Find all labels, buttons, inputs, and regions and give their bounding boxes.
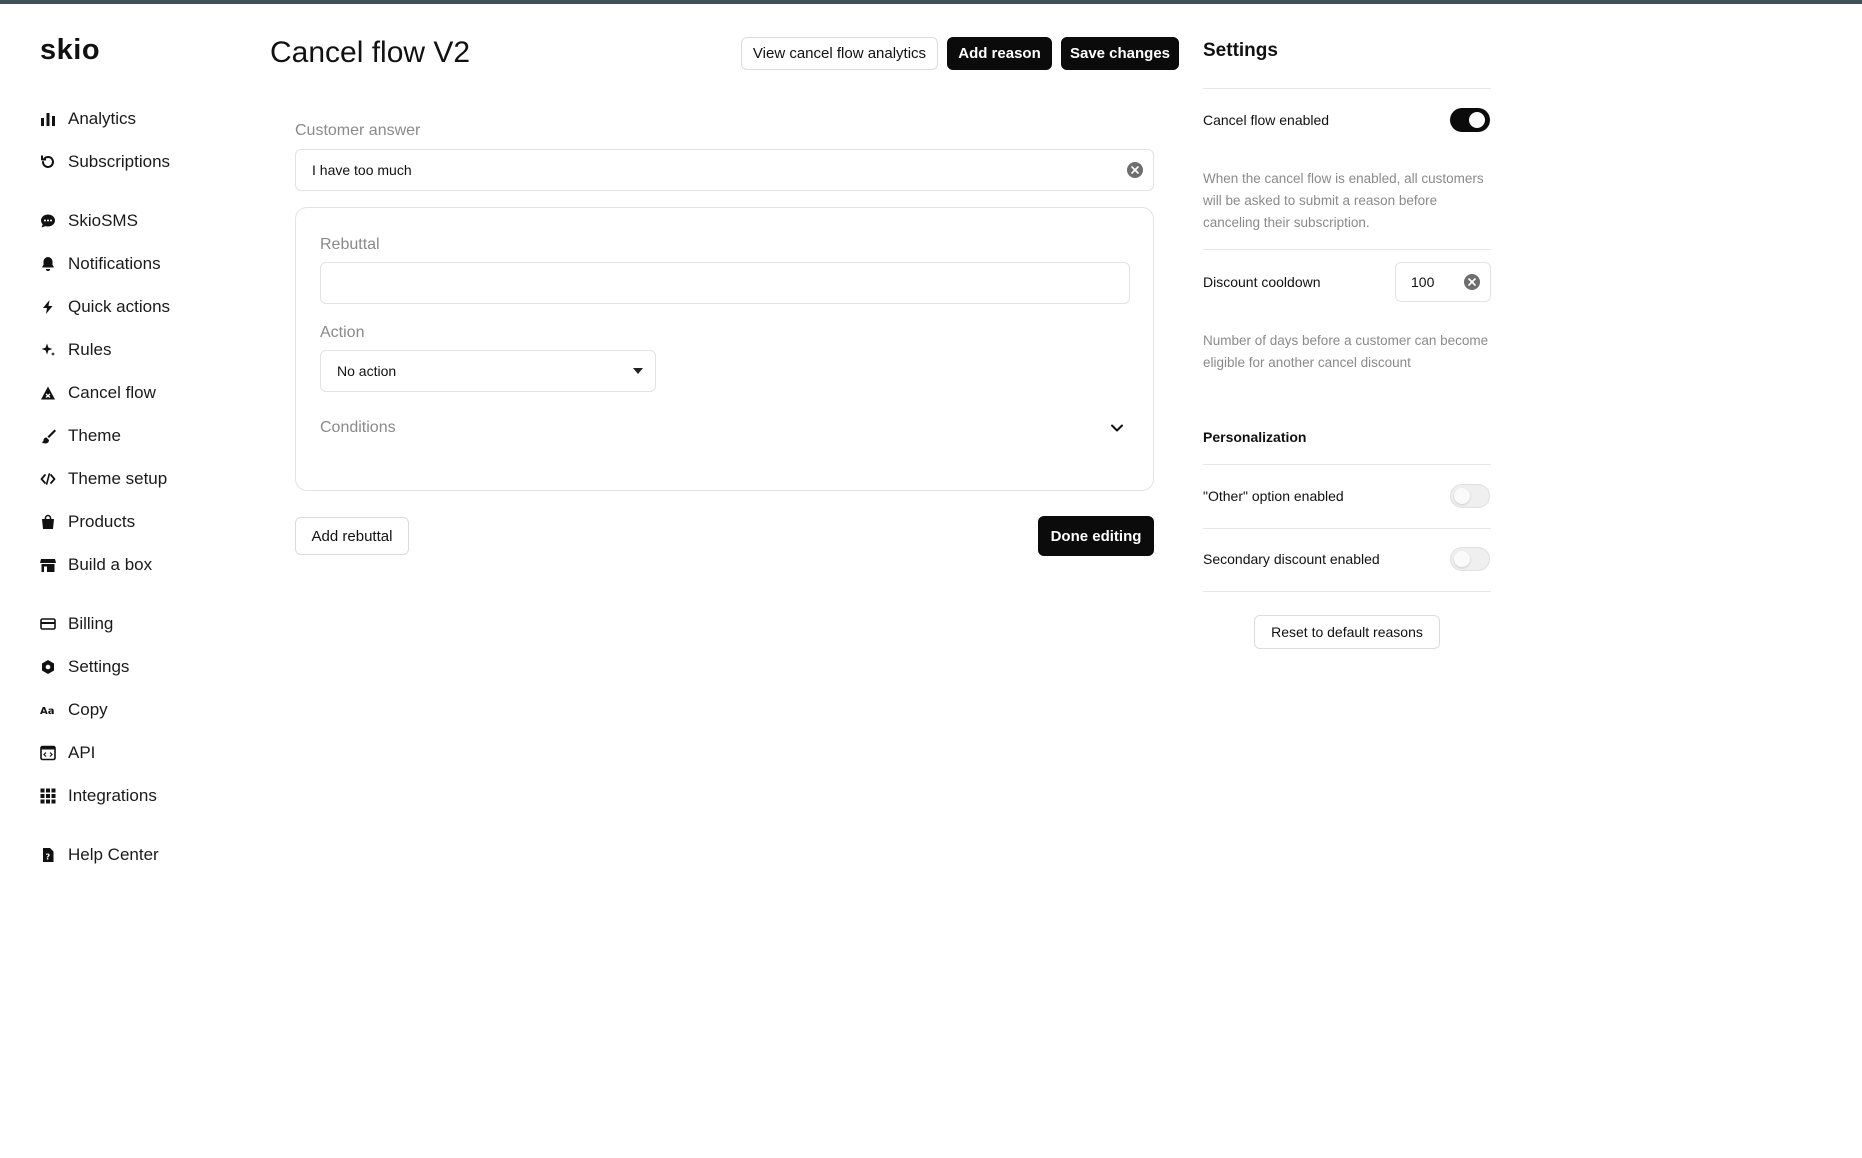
sidebar-item-label: Products [68, 512, 136, 531]
grid-icon [40, 788, 56, 804]
help-document-icon: ? [40, 847, 56, 863]
sidebar-item-copy[interactable]: Aa Copy [40, 696, 108, 724]
toggle-knob [1454, 551, 1470, 567]
sidebar-item-integrations[interactable]: Integrations [40, 782, 157, 810]
text-aa-icon: Aa [40, 702, 56, 718]
app-logo[interactable]: skio [40, 34, 100, 67]
rebuttal-input[interactable] [320, 262, 1130, 304]
warning-triangle-icon [40, 385, 56, 401]
divider [1203, 249, 1491, 250]
sidebar-item-label: Notifications [68, 254, 161, 273]
top-accent-bar [0, 0, 1862, 4]
discount-cooldown-input[interactable]: 100 [1395, 262, 1491, 302]
sidebar-item-rules[interactable]: Rules [40, 336, 111, 364]
discount-cooldown-description: Number of days before a customer can bec… [1203, 333, 1489, 370]
sidebar-item-subscriptions[interactable]: Subscriptions [40, 148, 170, 176]
add-rebuttal-button[interactable]: Add rebuttal [295, 517, 409, 555]
chevron-down-icon[interactable] [1109, 420, 1125, 436]
sidebar-item-label: Settings [68, 657, 130, 676]
divider [1203, 528, 1491, 529]
sidebar-item-theme[interactable]: Theme [40, 422, 121, 450]
sidebar-item-label: Quick actions [68, 297, 171, 316]
cancel-flow-description: When the cancel flow is enabled, all cus… [1203, 171, 1484, 230]
rebuttal-label: Rebuttal [320, 236, 380, 253]
sidebar-item-quick-actions[interactable]: Quick actions [40, 293, 170, 321]
sidebar-item-label: Billing [68, 614, 114, 633]
credit-card-icon [40, 616, 56, 632]
rebuttal-card: Rebuttal Action No action Conditions [295, 207, 1154, 491]
bar-chart-icon [40, 111, 56, 127]
sidebar-item-billing[interactable]: Billing [40, 610, 113, 638]
refresh-icon [40, 154, 56, 170]
caret-down-icon [633, 368, 643, 374]
cancel-flow-enabled-label: Cancel flow enabled [1203, 112, 1330, 128]
settings-title: Settings [1203, 40, 1278, 61]
sidebar-item-analytics[interactable]: Analytics [40, 105, 136, 133]
page-title: Cancel flow V2 [270, 36, 471, 69]
shopping-bag-icon [40, 514, 56, 530]
conditions-label: Conditions [320, 419, 396, 436]
sidebar-item-api[interactable]: API [40, 739, 95, 767]
chat-bubble-icon [40, 213, 56, 229]
bell-icon [40, 256, 56, 272]
toggle-knob [1454, 488, 1470, 504]
save-changes-button[interactable]: Save changes [1061, 37, 1179, 70]
sidebar-item-help-center[interactable]: ? Help Center [40, 841, 159, 869]
sidebar-item-label: Theme setup [68, 469, 168, 488]
divider [1203, 464, 1491, 465]
customer-answer-input[interactable]: I have too much [295, 149, 1154, 191]
sidebar-item-label: Copy [68, 700, 108, 719]
sidebar-item-label: Analytics [68, 109, 137, 128]
svg-text:Aa: Aa [40, 706, 55, 717]
view-cancel-flow-analytics-button[interactable]: View cancel flow analytics [741, 37, 938, 70]
gear-icon [40, 659, 56, 675]
clear-icon[interactable] [1464, 274, 1480, 290]
sidebar-item-label: API [68, 743, 96, 762]
sidebar-item-label: Build a box [68, 555, 153, 574]
sidebar-item-label: Rules [68, 340, 112, 359]
discount-cooldown-value: 100 [1411, 274, 1435, 290]
action-label: Action [320, 324, 365, 341]
sidebar-item-build-a-box[interactable]: Build a box [40, 551, 152, 579]
toggle-knob [1469, 112, 1485, 128]
sidebar-item-settings[interactable]: Settings [40, 653, 129, 681]
sidebar-item-label: Theme [68, 426, 121, 445]
store-icon [40, 557, 56, 573]
sidebar-item-products[interactable]: Products [40, 508, 135, 536]
reset-default-reasons-button[interactable]: Reset to default reasons [1254, 615, 1440, 649]
cancel-flow-enabled-toggle[interactable] [1450, 108, 1490, 132]
personalization-heading: Personalization [1203, 429, 1307, 445]
clear-icon[interactable] [1127, 162, 1143, 178]
add-reason-button[interactable]: Add reason [947, 37, 1052, 70]
sidebar-item-label: Subscriptions [68, 152, 171, 171]
sidebar-item-label: Integrations [68, 786, 157, 805]
other-option-toggle[interactable] [1450, 484, 1490, 508]
secondary-discount-toggle[interactable] [1450, 547, 1490, 571]
customer-answer-value: I have too much [312, 162, 412, 178]
discount-cooldown-label: Discount cooldown [1203, 274, 1321, 290]
divider [1203, 88, 1491, 89]
sidebar-item-skiosms[interactable]: SkioSMS [40, 207, 138, 235]
sidebar-item-cancel-flow[interactable]: Cancel flow [40, 379, 156, 407]
secondary-discount-label: Secondary discount enabled [1203, 551, 1380, 567]
sidebar-item-label: Help Center [68, 845, 159, 864]
sparkle-icon [40, 342, 56, 358]
api-window-icon [40, 745, 56, 761]
sidebar-item-label: Cancel flow [68, 383, 156, 402]
lightning-icon [40, 299, 56, 315]
divider [1203, 591, 1491, 592]
customer-answer-label: Customer answer [295, 122, 421, 139]
action-select[interactable]: No action [320, 350, 656, 392]
sidebar-item-notifications[interactable]: Notifications [40, 250, 161, 278]
other-option-label: "Other" option enabled [1203, 488, 1344, 504]
code-icon [40, 471, 56, 487]
brush-icon [40, 428, 56, 444]
sidebar-item-label: SkioSMS [68, 211, 138, 230]
svg-text:?: ? [46, 853, 51, 862]
sidebar-item-theme-setup[interactable]: Theme setup [40, 465, 167, 493]
action-select-value: No action [337, 363, 397, 379]
done-editing-button[interactable]: Done editing [1038, 516, 1154, 556]
